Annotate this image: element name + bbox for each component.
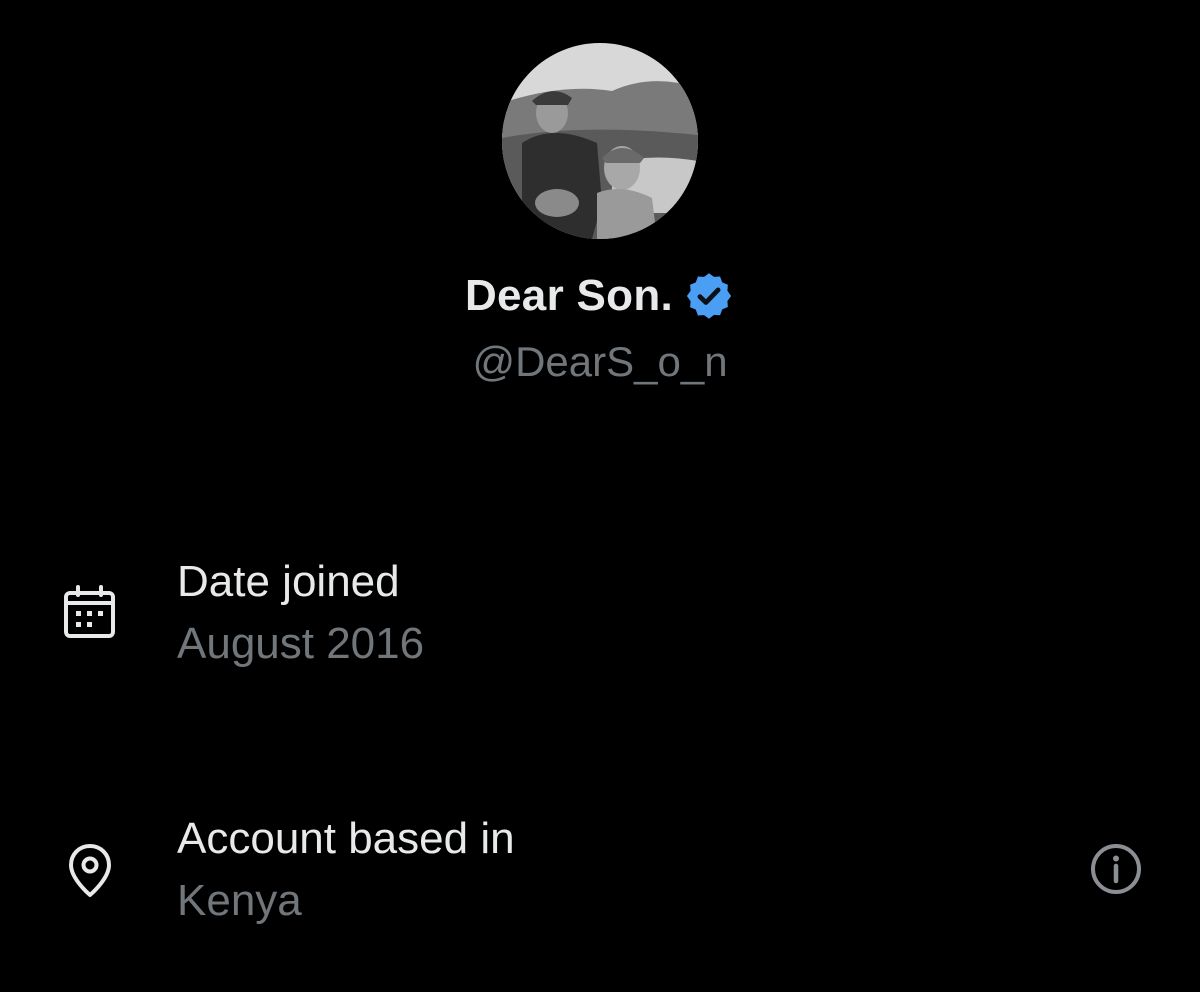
account-based-in-label: Account based in — [177, 814, 515, 863]
date-joined-label: Date joined — [177, 557, 400, 606]
display-name: Dear Son. — [464, 271, 674, 320]
calendar-icon — [60, 583, 120, 643]
location-pin-icon — [60, 840, 120, 900]
date-joined-value: August 2016 — [177, 619, 425, 668]
avatar-photo — [502, 43, 698, 239]
account-based-in-value: Kenya — [177, 876, 302, 925]
verified-badge-icon[interactable] — [683, 270, 735, 322]
list-item-date-joined: Date joined August 2016 — [0, 555, 1200, 685]
name-row: Dear Son. — [0, 266, 1200, 326]
info-icon[interactable] — [1086, 839, 1146, 899]
list-item-account-based-in: Account based in Kenya — [0, 812, 1200, 942]
avatar[interactable] — [502, 43, 698, 239]
handle: @DearS_o_n — [472, 338, 728, 385]
